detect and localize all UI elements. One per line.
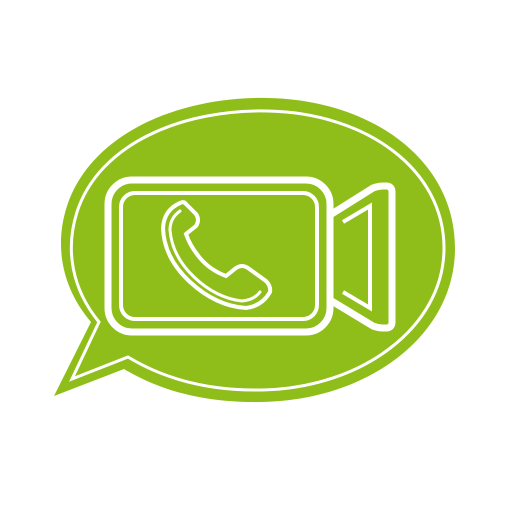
video-call-chat-icon	[54, 97, 455, 403]
icon-canvas	[0, 0, 512, 512]
